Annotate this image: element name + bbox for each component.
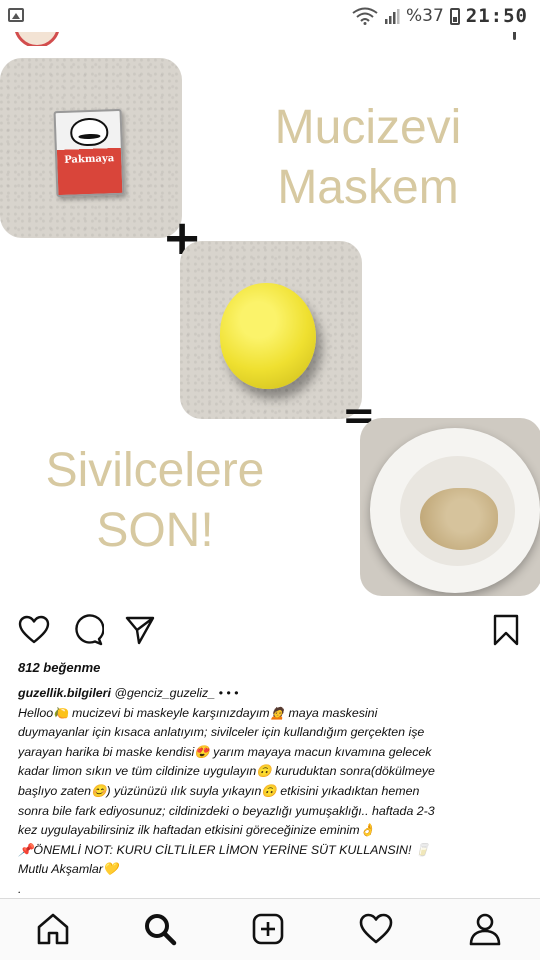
caption-line: Mutlu Akşamlar💛 bbox=[18, 862, 119, 877]
profile-icon[interactable] bbox=[467, 911, 503, 947]
caption-line: 📌ÖNEMLİ NOT: KURU CİLTLİLER LİMON YERİNE… bbox=[18, 842, 431, 857]
post-caption: guzellik.bilgileri @genciz_guzeliz_ • • … bbox=[18, 684, 523, 900]
mask-bowl-photo bbox=[360, 418, 540, 596]
caption-line: Helloo🍋 mucizevi bi maskeyle karşınızday… bbox=[18, 705, 378, 720]
heart-icon[interactable] bbox=[18, 614, 50, 646]
caption-line: sonra bile fark ediyosunuz; cildinizdeki… bbox=[18, 803, 435, 818]
status-bar: %37 21:50 bbox=[0, 0, 540, 32]
yeast-photo: Pakmaya bbox=[0, 58, 182, 238]
wifi-icon bbox=[352, 7, 378, 25]
battery-percent: %37 bbox=[406, 6, 444, 26]
lemon bbox=[220, 283, 316, 389]
lemon-photo bbox=[180, 241, 362, 419]
image-title-line1: Mucizevi bbox=[274, 101, 462, 154]
bowl bbox=[370, 428, 540, 593]
status-bar-right: %37 21:50 bbox=[352, 5, 528, 27]
caption-mention[interactable]: @genciz_guzeliz_ • • • bbox=[111, 686, 238, 700]
post-header bbox=[0, 32, 540, 46]
post-actions bbox=[0, 608, 540, 652]
caption-username[interactable]: guzellik.bilgileri bbox=[18, 686, 111, 700]
caption-line: kadar limon sıkın ve tüm cildinize uygul… bbox=[18, 764, 435, 779]
mask-paste bbox=[420, 488, 498, 550]
bookmark-icon[interactable] bbox=[490, 614, 522, 646]
bottom-navigation bbox=[0, 898, 540, 960]
image-slogan: Sivilcelere SON! bbox=[20, 441, 290, 561]
image-slogan-line1: Sivilcelere bbox=[45, 444, 265, 497]
yeast-brand-label: Pakmaya bbox=[64, 153, 115, 166]
search-icon[interactable] bbox=[142, 911, 178, 947]
signal-icon bbox=[385, 9, 400, 24]
activity-heart-icon[interactable] bbox=[358, 911, 394, 947]
caption-line: yarayan harika bi maske kendisi😍 yarım m… bbox=[18, 744, 432, 759]
avatar[interactable] bbox=[14, 32, 60, 46]
clock: 21:50 bbox=[465, 5, 528, 27]
battery-icon bbox=[449, 7, 460, 25]
add-post-icon[interactable] bbox=[250, 911, 286, 947]
share-icon[interactable] bbox=[124, 614, 156, 646]
caption-line: kez uygulayabilirsiniz ilk haftadan etki… bbox=[18, 823, 376, 838]
image-slogan-line2: SON! bbox=[96, 504, 214, 557]
image-title-line2: Maskem bbox=[277, 161, 459, 214]
caption-line: başlıyo zaten😊) yüzünüzü ılık suyla yıka… bbox=[18, 783, 420, 798]
yeast-logo bbox=[69, 117, 109, 147]
likes-count[interactable]: 812 beğenme bbox=[18, 660, 100, 675]
caption-trailing: . bbox=[18, 881, 22, 896]
more-options-icon[interactable] bbox=[513, 32, 516, 40]
yeast-package: Pakmaya bbox=[53, 108, 125, 198]
home-icon[interactable] bbox=[35, 911, 71, 947]
caption-header: guzellik.bilgileri @genciz_guzeliz_ • • … bbox=[18, 684, 523, 704]
gallery-icon bbox=[8, 8, 24, 22]
comment-icon[interactable] bbox=[72, 614, 105, 646]
caption-line: duymayanlar için kısaca anlatıyım; sivil… bbox=[18, 725, 425, 740]
post-image[interactable]: Pakmaya + = Mucizevi Maskem Sivilcelere … bbox=[0, 46, 540, 606]
image-title: Mucizevi Maskem bbox=[248, 98, 488, 218]
